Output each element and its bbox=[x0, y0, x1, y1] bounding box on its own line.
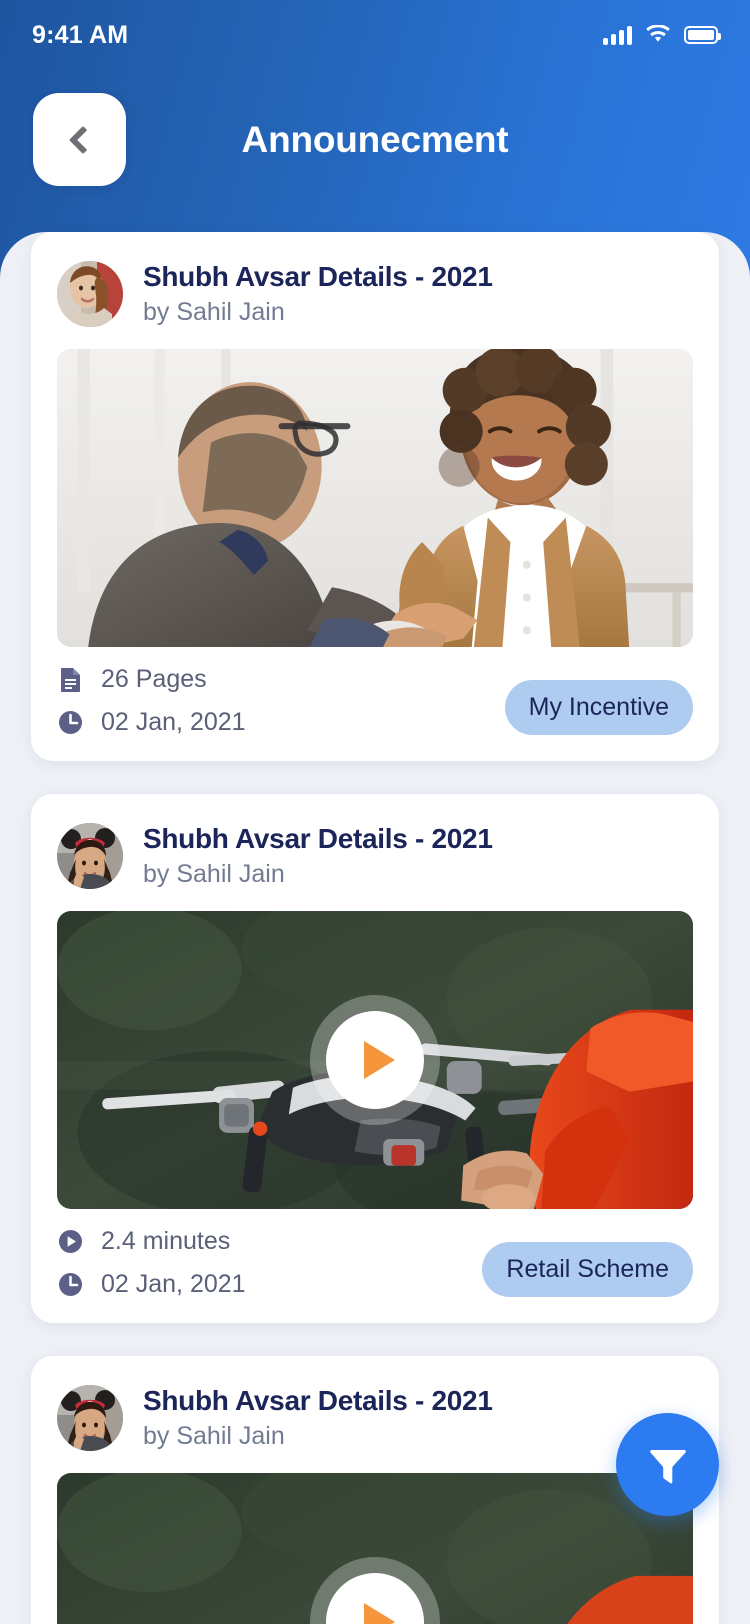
card-media-image[interactable] bbox=[57, 349, 693, 647]
card-author: by Sahil Jain bbox=[143, 1421, 285, 1450]
card-header-text: Shubh Avsar Details - 2021 by Sahil Jain bbox=[143, 1384, 493, 1450]
avatar bbox=[57, 823, 123, 889]
meta-row: 02 Jan, 2021 bbox=[57, 1270, 246, 1299]
avatar bbox=[57, 261, 123, 327]
announcement-card[interactable]: Shubh Avsar Details - 2021 by Sahil Jain bbox=[31, 794, 719, 1323]
content-sheet: Shubh Avsar Details - 2021 by Sahil Jain bbox=[0, 232, 750, 1624]
signal-bars-icon bbox=[603, 25, 632, 45]
card-meta-list: 2.4 minutes 02 Jan, 2021 bbox=[57, 1227, 246, 1299]
card-header-text: Shubh Avsar Details - 2021 by Sahil Jain bbox=[143, 822, 493, 888]
meta-text: 2.4 minutes bbox=[101, 1227, 231, 1255]
play-triangle-icon bbox=[363, 1603, 395, 1624]
clock-icon bbox=[57, 709, 84, 736]
announcement-list[interactable]: Shubh Avsar Details - 2021 by Sahil Jain bbox=[0, 232, 750, 1624]
card-author: by Sahil Jain bbox=[143, 859, 285, 888]
card-title: Shubh Avsar Details - 2021 bbox=[143, 260, 493, 292]
meta-row: 2.4 minutes bbox=[57, 1227, 246, 1256]
battery-full-icon bbox=[684, 26, 721, 44]
play-button-circle bbox=[326, 1011, 424, 1109]
card-header: Shubh Avsar Details - 2021 by Sahil Jain bbox=[57, 256, 693, 332]
document-icon bbox=[57, 666, 84, 693]
app-screen: 9:41 AM Announecment Shubh Avsar Details… bbox=[0, 0, 750, 1624]
wifi-icon bbox=[645, 24, 671, 45]
play-button[interactable] bbox=[310, 995, 440, 1125]
status-time: 9:41 AM bbox=[32, 20, 129, 49]
card-meta-list: 26 Pages 02 Jan, 2021 bbox=[57, 665, 246, 737]
card-media-video[interactable] bbox=[57, 911, 693, 1209]
chevron-left-icon bbox=[68, 125, 97, 154]
play-circle-icon bbox=[57, 1228, 84, 1255]
meta-text: 02 Jan, 2021 bbox=[101, 1270, 246, 1298]
card-header-text: Shubh Avsar Details - 2021 by Sahil Jain bbox=[143, 260, 493, 326]
play-button-circle bbox=[326, 1573, 424, 1624]
card-author: by Sahil Jain bbox=[143, 297, 285, 326]
card-media-video[interactable] bbox=[57, 1473, 693, 1624]
status-badge[interactable]: My Incentive bbox=[504, 680, 693, 735]
status-badge[interactable]: Retail Scheme bbox=[482, 1242, 693, 1297]
meta-row: 02 Jan, 2021 bbox=[57, 708, 246, 737]
card-header: Shubh Avsar Details - 2021 by Sahil Jain bbox=[57, 818, 693, 894]
card-title: Shubh Avsar Details - 2021 bbox=[143, 822, 493, 854]
meta-text: 02 Jan, 2021 bbox=[101, 708, 246, 736]
back-button[interactable] bbox=[33, 93, 126, 186]
announcement-card[interactable]: Shubh Avsar Details - 2021 by Sahil Jain bbox=[31, 1356, 719, 1624]
filter-fab-button[interactable] bbox=[616, 1413, 719, 1516]
status-icons bbox=[603, 24, 721, 45]
avatar bbox=[57, 1385, 123, 1451]
filter-funnel-icon bbox=[649, 1449, 686, 1483]
clock-icon bbox=[57, 1271, 84, 1298]
status-bar: 9:41 AM bbox=[0, 0, 750, 70]
card-meta: 26 Pages 02 Jan, 2021 My Incentive bbox=[57, 647, 693, 761]
announcement-card[interactable]: Shubh Avsar Details - 2021 by Sahil Jain bbox=[31, 232, 719, 761]
meta-text: 26 Pages bbox=[101, 665, 207, 693]
card-header: Shubh Avsar Details - 2021 by Sahil Jain bbox=[57, 1380, 693, 1456]
nav-row: Announecment bbox=[0, 93, 750, 188]
meta-row: 26 Pages bbox=[57, 665, 246, 694]
card-title: Shubh Avsar Details - 2021 bbox=[143, 1384, 493, 1416]
play-triangle-icon bbox=[363, 1041, 395, 1079]
card-meta: 2.4 minutes 02 Jan, 2021 Retail Scheme bbox=[57, 1209, 693, 1323]
